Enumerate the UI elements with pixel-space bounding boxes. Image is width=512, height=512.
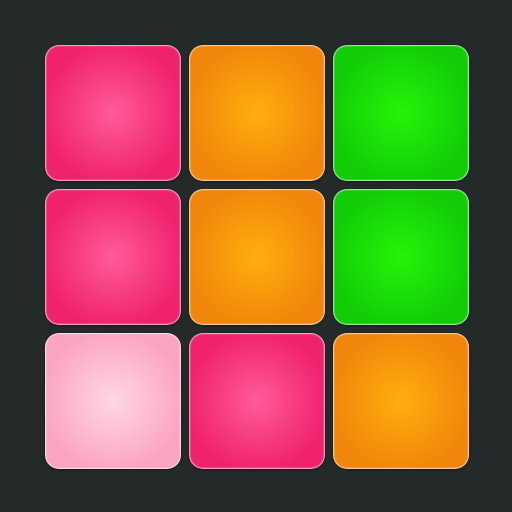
pad-r3-c1[interactable] [45, 333, 181, 469]
pad-r3-c3[interactable] [333, 333, 469, 469]
pad-grid [0, 0, 512, 512]
pad-r1-c1[interactable] [45, 45, 181, 181]
pad-r2-c2[interactable] [189, 189, 325, 325]
pad-r2-c3[interactable] [333, 189, 469, 325]
pad-r1-c3[interactable] [333, 45, 469, 181]
pad-r2-c1[interactable] [45, 189, 181, 325]
pad-r1-c2[interactable] [189, 45, 325, 181]
pad-r3-c2[interactable] [189, 333, 325, 469]
